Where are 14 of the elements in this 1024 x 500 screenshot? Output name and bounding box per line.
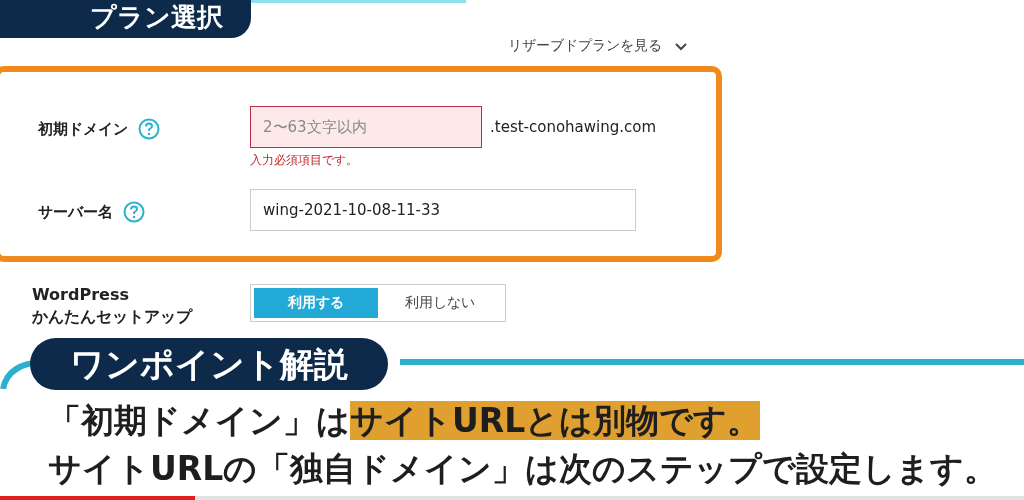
setting-label: WordPress かんたんセットアップ — [32, 284, 194, 328]
error-message: 入力必須項目です。 — [250, 152, 359, 169]
reserved-plan-link[interactable]: リザーブドプランを見る — [508, 37, 662, 55]
help-icon[interactable] — [138, 118, 160, 140]
field-label: サーバー名 — [38, 202, 113, 222]
text-field[interactable]: wing-2021-10-08-11-33 — [250, 189, 636, 231]
field-label: 初期ドメイン — [38, 119, 128, 139]
domain-suffix: .test-conohawing.com — [490, 118, 657, 136]
text-field[interactable]: 2〜63文字以内 — [250, 106, 482, 148]
subtitle-line: サイトURLの「独自ドメイン」は次のステップで設定します。 — [48, 448, 998, 490]
chevron-down-icon — [674, 41, 688, 51]
section-title-badge: プラン選択 — [0, 0, 251, 38]
help-icon[interactable] — [123, 201, 145, 223]
caption-badge: ワンポイント解説 — [30, 338, 388, 390]
